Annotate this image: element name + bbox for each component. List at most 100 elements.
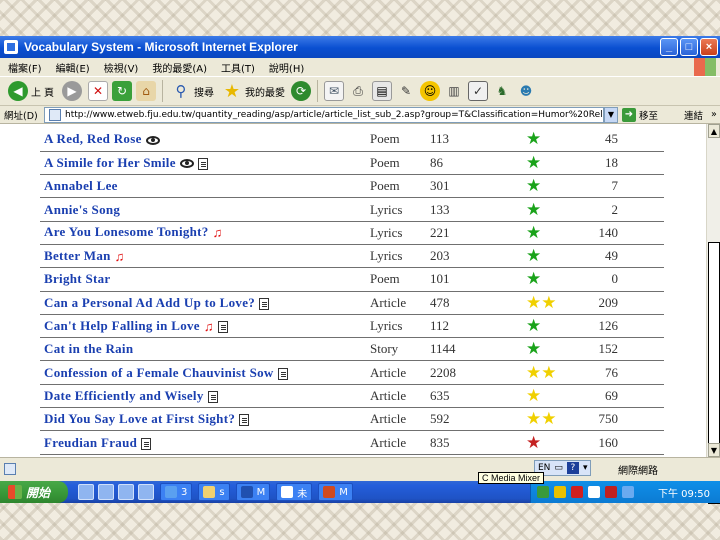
stop-icon[interactable]: ✕ [88,81,108,101]
scroll-up-icon[interactable]: ▲ [708,124,720,138]
document-icon[interactable] [217,320,228,333]
article-type: Article [370,291,430,315]
article-link[interactable]: Are You Lonesome Tonight? [44,224,209,239]
research-icon[interactable]: ▥ [444,81,464,101]
article-link[interactable]: A Simile for Her Smile [44,155,176,170]
document-icon[interactable] [277,367,288,380]
back-button[interactable]: ◀ 上 頁 [6,78,56,104]
go-button[interactable]: ➜ 移至 [622,107,658,122]
tool-icon[interactable]: ♞ [492,81,512,101]
article-link[interactable]: Did You Say Love at First Sight? [44,411,235,426]
article-title-cell: Can't Help Falling in Love ♫ [40,314,370,339]
print-icon[interactable]: ⎙ [348,81,368,101]
messenger-smiley-icon[interactable]: ☺ [420,81,440,101]
level-stars: ★★ [526,291,588,315]
quick-launch-desktop-icon[interactable] [98,484,114,500]
task-word[interactable]: M [235,483,271,501]
level-stars: ★ [526,151,588,176]
scroll-down-icon[interactable]: ▼ [708,443,720,457]
clock[interactable]: 下午 09:50 [658,485,720,500]
task-group-count: 3 [181,486,188,498]
menu-view[interactable]: 檢視(V) [104,60,139,75]
search-button[interactable]: ⚲ 搜尋 [169,78,216,104]
article-link[interactable]: Freudian Fraud [44,435,137,450]
quick-launch-media-icon[interactable] [118,484,134,500]
toolbar: ◀ 上 頁 ▶ ✕ ↻ ⌂ ⚲ 搜尋 ★ 我的最愛 ⟳ ✉ ⎙ ▤ ✎ ☺ ▥ … [0,76,720,106]
article-link[interactable]: Annabel Lee [44,178,118,193]
menu-edit[interactable]: 編輯(E) [56,60,90,75]
level-stars: ★★ [526,407,588,432]
music-note-icon[interactable]: ♫ [204,319,214,335]
minimize-button[interactable]: _ [660,38,678,56]
menu-tools[interactable]: 工具(T) [221,60,255,75]
start-button[interactable]: 開始 [0,481,68,503]
read-count: 160 [588,430,664,455]
mail-icon[interactable]: ✉ [324,81,344,101]
edit-icon[interactable]: ▤ [372,81,392,101]
eye-icon[interactable] [179,159,194,169]
close-button[interactable]: × [700,38,718,56]
article-link[interactable]: A Red, Red Rose [44,131,142,146]
links-label[interactable]: 連結 [684,108,703,122]
discuss-icon[interactable]: ✎ [396,81,416,101]
help-icon[interactable]: ? [566,462,579,474]
history-icon[interactable]: ⟳ [291,81,311,101]
article-title-cell: A Red, Red Rose [40,128,370,152]
task-untitled[interactable]: 未 [276,483,313,501]
menu-favorites[interactable]: 我的最愛(A) [152,60,207,75]
article-link[interactable]: Better Man [44,248,111,263]
display-icon[interactable] [622,486,634,498]
article-link[interactable]: Can a Personal Ad Add Up to Love? [44,295,255,310]
maximize-button[interactable]: □ [680,38,698,56]
article-type: Lyrics [370,221,430,245]
article-link[interactable]: Confession of a Female Chauvinist Sow [44,365,274,380]
article-link[interactable]: Bright Star [44,271,111,286]
article-link[interactable]: Annie's Song [44,202,120,217]
antivirus-icon[interactable] [571,486,583,498]
window-titlebar[interactable]: Vocabulary System - Microsoft Internet E… [0,36,720,58]
task-folder[interactable]: s [198,483,230,501]
article-title-cell: Date Efficiently and Wisely [40,384,370,409]
table-row: Annabel Lee Poem 301 ★ 7 [40,174,664,199]
article-link[interactable]: Cat in the Rain [44,341,133,356]
eye-icon[interactable] [145,135,160,145]
keyboard-icon[interactable]: ▭ [554,463,563,473]
favorites-button[interactable]: ★ 我的最愛 [220,78,287,104]
update-icon[interactable] [605,486,617,498]
forward-button[interactable]: ▶ [60,78,84,104]
volume-icon[interactable] [588,486,600,498]
table-row: Can't Help Falling in Love ♫ Lyrics 112 ★ 126 [40,314,664,339]
address-bar: 網址(D) http://www.etweb.fju.edu.tw/quanti… [0,106,720,124]
task-ie-group[interactable]: 3 [160,483,193,501]
checkbox-icon[interactable]: ✓ [468,81,488,101]
shield-icon[interactable] [554,486,566,498]
go-arrow-icon: ➜ [622,107,636,122]
langbar-dropdown-icon[interactable]: ▾ [583,463,588,473]
refresh-icon[interactable]: ↻ [112,81,132,101]
document-icon[interactable] [207,390,218,403]
quick-launch-ie-icon[interactable] [78,484,94,500]
word-count: 113 [430,128,526,152]
music-note-icon[interactable]: ♫ [213,225,223,241]
more-links-icon[interactable]: » [711,109,717,120]
address-dropdown-icon[interactable]: ▼ [604,106,618,123]
task-powerpoint[interactable]: M [318,483,353,501]
document-icon[interactable] [141,437,152,450]
vertical-scrollbar[interactable]: ▲ ▼ [706,124,720,504]
article-link[interactable]: Date Efficiently and Wisely [44,388,204,403]
document-icon[interactable] [197,157,208,170]
address-input[interactable]: http://www.etweb.fju.edu.tw/quantity_rea… [44,106,604,123]
menu-file[interactable]: 檔案(F) [8,60,42,75]
document-icon[interactable] [239,414,250,427]
music-note-icon[interactable]: ♫ [115,249,125,265]
menu-help[interactable]: 說明(H) [269,60,304,75]
level-star-icon: ★ [526,269,542,289]
favorites-star-icon: ★ [223,80,241,102]
network-icon[interactable] [537,486,549,498]
users-icon[interactable]: ☻ [516,81,536,101]
document-icon[interactable] [259,297,270,310]
search-label: 搜尋 [194,87,214,99]
home-icon[interactable]: ⌂ [136,81,156,101]
article-link[interactable]: Can't Help Falling in Love [44,318,200,333]
quick-launch-word-icon[interactable] [138,484,154,500]
